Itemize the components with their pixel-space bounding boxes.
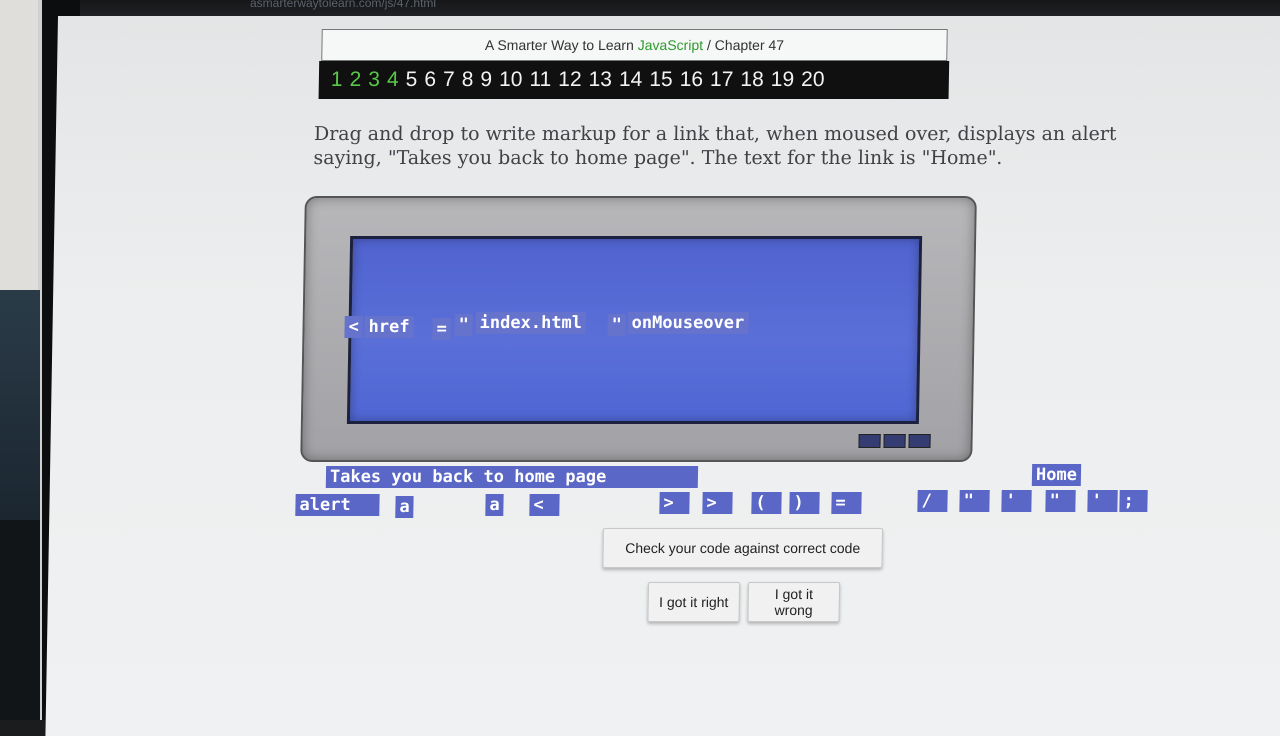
token-semicolon[interactable]: ;	[1119, 490, 1148, 512]
exercise-instructions: Drag and drop to write markup for a link…	[313, 123, 1117, 169]
chapter-link-9[interactable]: 9	[480, 68, 492, 92]
browser-url: asmarterwaytolearn.com/js/47.html	[250, 0, 437, 10]
chapter-link-14[interactable]: 14	[619, 68, 643, 92]
chapter-link-12[interactable]: 12	[558, 68, 582, 92]
token-a[interactable]: a	[395, 496, 414, 518]
got-it-right-button[interactable]: I got it right	[647, 582, 741, 622]
chapter-link-2[interactable]: 2	[349, 68, 361, 92]
placed-token-href[interactable]: href	[364, 316, 414, 338]
background-object	[0, 520, 40, 720]
token-home[interactable]: Home	[1031, 464, 1082, 486]
chapter-link-17[interactable]: 17	[710, 68, 734, 92]
placed-token-quote-close[interactable]: "	[607, 314, 627, 336]
chapter-link-4[interactable]: 4	[387, 68, 399, 92]
chapter-link-11[interactable]: 11	[529, 68, 551, 92]
chapter-link-7[interactable]: 7	[443, 68, 455, 92]
token-paren-close[interactable]: )	[789, 492, 820, 514]
monitor-button-icon	[908, 434, 931, 448]
got-it-wrong-button[interactable]: I got it wrong	[747, 582, 841, 622]
placed-token-equals[interactable]: =	[432, 318, 451, 340]
token-takes-you-back[interactable]: Takes you back to home page	[325, 466, 699, 488]
chapter-nav: 1 2 3 4 5 6 7 8 9 10 11 12 13 14 15 16 1…	[318, 61, 950, 99]
token-a[interactable]: a	[485, 494, 504, 516]
monitor-buttons	[858, 434, 931, 448]
monitor-button-icon	[883, 434, 906, 448]
placed-token-index-html[interactable]: index.html	[475, 312, 587, 334]
token-double-quote[interactable]: "	[959, 490, 990, 512]
title-javascript[interactable]: JavaScript	[638, 37, 704, 53]
chapter-link-3[interactable]: 3	[368, 68, 380, 92]
token-single-quote[interactable]: '	[1001, 490, 1032, 512]
chapter-link-13[interactable]: 13	[588, 68, 612, 92]
title-chapter: / Chapter 47	[702, 37, 785, 53]
token-lt[interactable]: <	[529, 494, 560, 516]
token-gt[interactable]: >	[659, 492, 690, 514]
chapter-link-19[interactable]: 19	[771, 68, 795, 92]
token-equals[interactable]: =	[831, 492, 862, 514]
token-single-quote[interactable]: '	[1087, 490, 1118, 512]
token-alert[interactable]: alert	[295, 494, 380, 516]
chapter-link-1[interactable]: 1	[331, 68, 343, 92]
web-page: A Smarter Way to Learn JavaScript / Chap…	[45, 16, 1280, 736]
chapter-link-6[interactable]: 6	[424, 68, 436, 92]
placed-token-lt[interactable]: <	[344, 316, 364, 338]
placed-token-quote-open[interactable]: "	[454, 314, 474, 336]
chapter-link-18[interactable]: 18	[740, 68, 764, 92]
chapter-link-10[interactable]: 10	[499, 68, 523, 92]
background-object	[0, 290, 40, 520]
token-double-quote[interactable]: "	[1045, 490, 1076, 512]
page-title: A Smarter Way to Learn JavaScript / Chap…	[321, 29, 948, 61]
chapter-link-16[interactable]: 16	[679, 68, 703, 92]
token-paren-open[interactable]: (	[751, 492, 782, 514]
chapter-link-5[interactable]: 5	[405, 68, 417, 92]
token-slash[interactable]: /	[917, 490, 948, 512]
monitor-button-icon	[858, 434, 881, 448]
chapter-link-15[interactable]: 15	[649, 68, 673, 92]
chapter-link-8[interactable]: 8	[461, 68, 474, 92]
chapter-link-20[interactable]: 20	[801, 68, 825, 92]
title-prefix: A Smarter Way to Learn	[484, 37, 638, 53]
check-code-button[interactable]: Check your code against correct code	[602, 528, 884, 568]
token-gt[interactable]: >	[702, 492, 733, 514]
placed-token-onmouseover[interactable]: onMouseover	[627, 312, 749, 334]
